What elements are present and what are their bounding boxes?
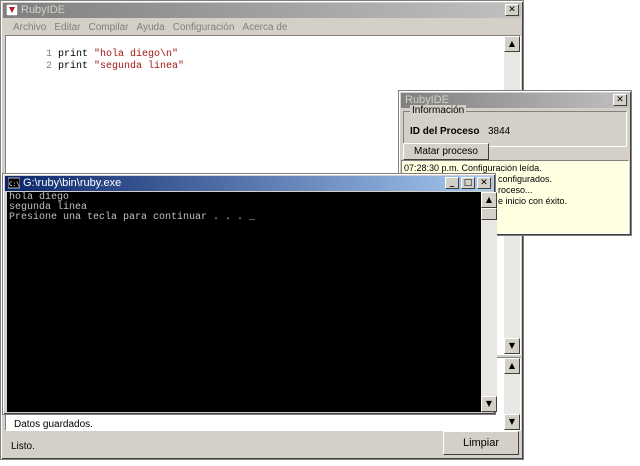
- scroll-up-icon[interactable]: ▲: [504, 358, 520, 374]
- scroll-down-icon[interactable]: ▼: [504, 414, 520, 430]
- maximize-icon[interactable]: □: [461, 177, 475, 189]
- log-line: configurados.: [498, 174, 553, 184]
- pid-value: 3844: [488, 126, 511, 137]
- menu-bar: Archivo Editar Compilar Ayuda Configuración A…: [5, 20, 287, 36]
- output-text: Datos guardados.: [14, 419, 93, 430]
- menu-configuracion[interactable]: Configuración: [173, 20, 235, 36]
- line-number: 2: [46, 61, 53, 72]
- code-string: "segunda linea": [94, 61, 185, 72]
- console-title: G:\ruby\bin\ruby.exe: [23, 177, 122, 189]
- console-line: Presione una tecla para continuar . . . …: [9, 212, 256, 223]
- scroll-thumb[interactable]: [481, 208, 497, 220]
- console-titlebar[interactable]: C:\ G:\ruby\bin\ruby.exe _ □ ✕: [5, 176, 493, 191]
- menu-compilar[interactable]: Compilar: [88, 20, 128, 36]
- scroll-up-icon[interactable]: ▲: [481, 192, 497, 208]
- menu-acerca-de[interactable]: Acerca de: [242, 20, 287, 36]
- code-keyword: print: [58, 61, 89, 72]
- status-text: Listo.: [11, 441, 35, 452]
- scroll-down-icon[interactable]: ▼: [481, 396, 497, 412]
- menu-ayuda[interactable]: Ayuda: [137, 20, 165, 36]
- console-scrollbar[interactable]: ▲ ▼: [481, 192, 497, 412]
- menu-archivo[interactable]: Archivo: [13, 20, 46, 36]
- log-line: e inicio con éxito.: [498, 196, 568, 206]
- console-output[interactable]: hola diego segunda linea Presione una te…: [7, 192, 481, 412]
- scroll-down-icon[interactable]: ▼: [504, 338, 520, 354]
- info-group-label: Información: [410, 105, 467, 116]
- console-window: C:\ G:\ruby\bin\ruby.exe _ □ ✕ hola dieg…: [2, 173, 497, 415]
- info-group: Información ID del Proceso 3844: [403, 105, 627, 147]
- close-icon[interactable]: ✕: [613, 94, 627, 106]
- pid-label: ID del Proceso: [410, 126, 480, 137]
- ide-title: RubyIDE: [21, 4, 66, 16]
- scroll-up-icon[interactable]: ▲: [504, 36, 520, 52]
- svg-text:C:\: C:\: [9, 181, 20, 188]
- log-line: roceso...: [498, 185, 533, 195]
- code-line: 2 print "segunda linea": [6, 50, 184, 83]
- menu-editar[interactable]: Editar: [54, 20, 80, 36]
- ide-titlebar[interactable]: RubyIDE ✕: [3, 3, 521, 18]
- close-icon[interactable]: ✕: [477, 177, 491, 189]
- ruby-app-icon: [6, 4, 18, 16]
- minimize-icon[interactable]: _: [445, 177, 459, 189]
- output-scrollbar[interactable]: ▲ ▼: [504, 358, 520, 430]
- kill-process-button[interactable]: Matar proceso: [403, 143, 489, 160]
- close-icon[interactable]: ✕: [505, 4, 519, 16]
- clear-button[interactable]: Limpiar: [443, 431, 519, 455]
- console-icon: C:\: [8, 177, 20, 189]
